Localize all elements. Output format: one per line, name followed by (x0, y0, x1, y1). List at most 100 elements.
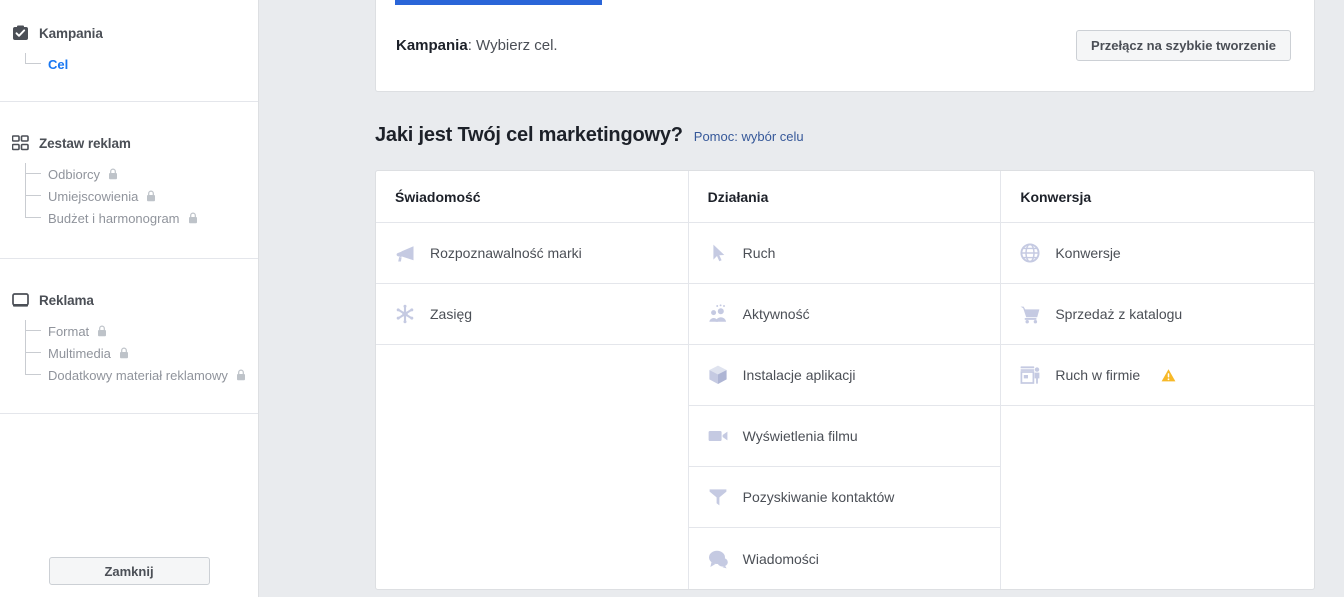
starburst-icon (393, 302, 417, 326)
sidebar-tree-reklama: Format Multimedia Dodatkowy materiał rek… (0, 320, 258, 386)
objective-wiadomosci[interactable]: Wiadomości (689, 528, 1001, 589)
sidebar-section-zestaw-reklam: Zestaw reklam Odbiorcy Umiejscowienia Bu… (0, 102, 258, 259)
globe-icon (1018, 241, 1042, 265)
sidebar-item-budzet-i-harmonogram[interactable]: Budżet i harmonogram (25, 207, 258, 229)
sidebar-footer: Zamknij (0, 557, 258, 597)
sidebar-item-label: Dodatkowy materiał reklamowy (48, 367, 228, 383)
sidebar-section-label: Kampania (39, 26, 103, 41)
tree-line (25, 353, 26, 364)
objective-instalacje-aplikacji[interactable]: Instalacje aplikacji (688, 345, 1001, 406)
sidebar-item-format[interactable]: Format (25, 320, 258, 342)
lock-icon (188, 212, 198, 224)
lock-icon (146, 190, 156, 202)
objective-aktywnosc[interactable]: Aktywność (688, 284, 1001, 345)
sidebar-tree-kampania: Cel (0, 53, 258, 75)
tree-elbow (25, 185, 41, 196)
objective-rozpoznawalnosc-marki[interactable]: Rozpoznawalność marki (376, 223, 688, 284)
objective-label: Rozpoznawalność marki (430, 245, 582, 261)
objective-sprzedaz-z-katalogu[interactable]: Sprzedaż z katalogu (1001, 284, 1314, 345)
objective-zasieg[interactable]: Zasięg (376, 284, 688, 345)
sidebar-section-header-zestaw-reklam: Zestaw reklam (0, 135, 258, 152)
objective-label: Sprzedaż z katalogu (1055, 306, 1183, 322)
sidebar-item-dodatkowy-material-reklamowy[interactable]: Dodatkowy materiał reklamowy (25, 364, 258, 386)
sidebar-section-kampania: Kampania Cel (0, 0, 258, 102)
column-filler (1001, 406, 1314, 528)
chat-bubbles-icon (706, 547, 730, 571)
sidebar-item-umiejscowienia[interactable]: Umiejscowienia (25, 185, 258, 207)
shopping-cart-icon (1018, 302, 1042, 326)
tree-line (25, 174, 26, 185)
objective-column-dzialania: Działania Ruch Aktywność Instalacje apli… (688, 171, 1002, 589)
objective-label: Wiadomości (742, 550, 819, 567)
sidebar-tree-zestaw-reklam: Odbiorcy Umiejscowienia Budżet i harmono… (0, 163, 258, 229)
grid-squares-icon (12, 135, 29, 152)
lock-icon (236, 369, 246, 381)
tree-elbow (25, 320, 41, 331)
objective-label: Konwersje (1055, 245, 1121, 261)
monitor-icon (12, 292, 29, 309)
objective-label: Instalacje aplikacji (742, 367, 856, 383)
tree-elbow (25, 53, 41, 64)
tree-elbow (25, 364, 41, 375)
campaign-header-card: Kampania: Wybierz cel. Przełącz na szybk… (375, 0, 1315, 92)
people-icon (706, 302, 730, 326)
switch-to-quick-creation-button[interactable]: Przełącz na szybkie tworzenie (1076, 30, 1291, 61)
objective-label: Ruch (742, 245, 776, 261)
campaign-header-body: Kampania: Wybierz cel. Przełącz na szybk… (376, 0, 1314, 91)
objective-label: Pozyskiwanie kontaktów (742, 489, 895, 505)
column-filler (376, 345, 688, 589)
warning-icon (1161, 368, 1176, 383)
lock-icon (97, 325, 107, 337)
campaign-breadcrumb: Kampania: Wybierz cel. (396, 37, 558, 54)
objective-label: Ruch w firmie (1055, 367, 1141, 383)
objectives-table: Świadomość Rozpoznawalność marki Zasięg … (375, 170, 1315, 590)
column-header: Świadomość (376, 171, 688, 223)
objective-column-konwersja: Konwersja Konwersje Sprzedaż z katalogu … (1001, 171, 1314, 589)
tree-elbow (25, 207, 41, 218)
objective-wyswietlenia-filmu[interactable]: Wyświetlenia filmu (688, 406, 1001, 467)
sidebar-item-label: Odbiorcy (48, 166, 101, 182)
objective-ruch[interactable]: Ruch (688, 223, 1001, 284)
video-camera-icon (706, 424, 730, 448)
active-tab-indicator (395, 0, 602, 5)
close-button[interactable]: Zamknij (48, 557, 210, 585)
objective-column-swiadomosc: Świadomość Rozpoznawalność marki Zasięg (376, 171, 689, 589)
objective-konwersje[interactable]: Konwersje (1001, 223, 1314, 284)
objective-label: Zasięg (430, 306, 473, 322)
campaign-subtitle: : Wybierz cel. (467, 37, 558, 54)
ads-manager-screen: Kampania Cel Zestaw reklam Odbiorcy Umie… (0, 0, 1344, 597)
cursor-arrow-icon (706, 241, 730, 265)
help-link[interactable]: Pomoc: wybór celu (694, 129, 804, 144)
sidebar: Kampania Cel Zestaw reklam Odbiorcy Umie… (0, 0, 259, 597)
sidebar-item-multimedia[interactable]: Multimedia (25, 342, 258, 364)
sidebar-item-cel[interactable]: Cel (25, 53, 258, 75)
objective-label: Wyświetlenia filmu (742, 428, 858, 444)
page-title: Jaki jest Twój cel marketingowy? (375, 124, 683, 146)
sidebar-item-odbiorcy[interactable]: Odbiorcy (25, 163, 258, 185)
sidebar-item-label: Cel (48, 56, 69, 72)
column-header: Działania (688, 171, 1001, 223)
funnel-icon (706, 485, 730, 509)
sidebar-section-label: Reklama (39, 293, 94, 308)
sidebar-section-header-reklama: Reklama (0, 292, 258, 309)
tree-line (25, 196, 26, 207)
tree-elbow (25, 342, 41, 353)
objective-label: Aktywność (742, 306, 810, 322)
sidebar-item-label: Umiejscowienia (48, 188, 139, 204)
main-content: Kampania: Wybierz cel. Przełącz na szybk… (259, 0, 1344, 597)
lock-icon (108, 168, 118, 180)
sidebar-item-label: Budżet i harmonogram (48, 210, 180, 226)
cube-icon (706, 363, 730, 387)
lock-icon (119, 347, 129, 359)
column-header: Konwersja (1001, 171, 1314, 223)
sidebar-section-label: Zestaw reklam (39, 136, 131, 151)
objective-ruch-w-firmie[interactable]: Ruch w firmie (1001, 345, 1314, 406)
tree-line (25, 331, 26, 342)
storefront-icon (1018, 363, 1042, 387)
objective-pozyskiwanie-kontaktow[interactable]: Pozyskiwanie kontaktów (688, 467, 1001, 528)
megaphone-icon (393, 241, 417, 265)
sidebar-item-label: Format (48, 323, 90, 339)
tree-elbow (25, 163, 41, 174)
sidebar-section-reklama: Reklama Format Multimedia Dodatkowy mate… (0, 259, 258, 414)
sidebar-section-header-kampania: Kampania (0, 25, 258, 42)
